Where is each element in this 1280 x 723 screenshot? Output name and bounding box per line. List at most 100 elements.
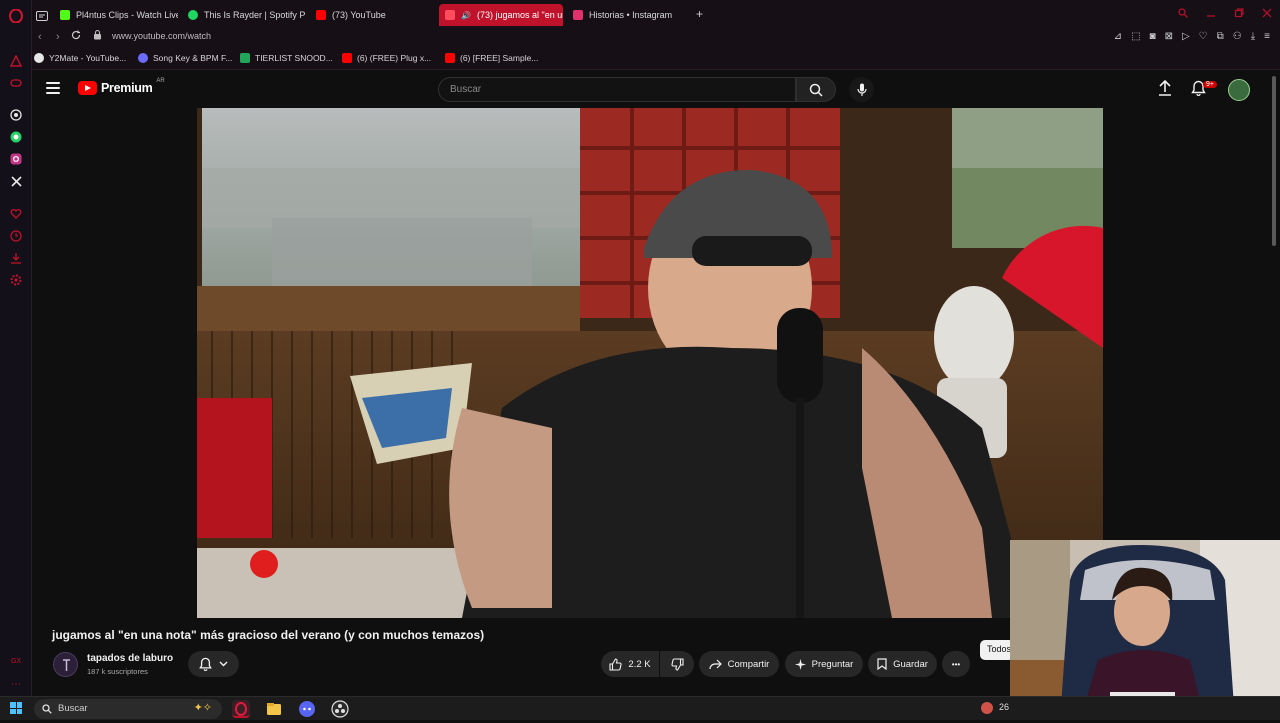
share-label: Compartir [727,658,770,670]
bell-icon [199,657,212,671]
country-code: AR [156,78,165,84]
like-button[interactable]: 2.2 K [601,651,659,677]
tab-youtube-home[interactable]: (73) YouTube [310,4,434,26]
file-explorer-icon[interactable] [265,700,283,718]
minimize-icon[interactable] [1206,8,1216,18]
gx-icon[interactable]: GX [8,653,24,669]
upload-button[interactable] [1158,79,1172,101]
window-controls [1178,8,1272,18]
easy-setup-icon[interactable]: ≡ [1264,31,1270,42]
channel-name[interactable]: tapados de laburo [87,653,173,664]
close-icon[interactable] [1262,8,1272,18]
more-dots-icon: ••• [951,659,961,669]
youtube-header: Premium AR Buscar 9+ [32,71,1280,108]
youtube-icon [445,53,455,63]
ask-button[interactable]: Preguntar [785,651,863,677]
dislike-button[interactable] [660,651,694,677]
chatgpt-icon[interactable] [8,107,24,123]
tab-label: (73) YouTube [332,10,386,20]
filter-chip-todos[interactable]: Todos [980,640,1014,660]
subscription-bell-button[interactable] [188,651,239,677]
history-icon[interactable] [8,228,24,244]
windows-start-icon[interactable] [10,702,22,714]
bookmark-plug[interactable]: (6) (FREE) Plug x... [342,53,431,63]
channel-avatar[interactable] [53,652,78,677]
profile-icon[interactable]: ⚇ [1233,31,1242,42]
address-bar: ‹ › www.youtube.com/watch ⊿ ⬚ ◙ ⊠ ▷ ♡ ⧉ … [32,28,1280,48]
camera-icon[interactable]: ◙ [1150,31,1156,42]
kick-icon [60,10,70,20]
share-button[interactable]: Compartir [699,651,779,677]
notification-badge: 9+ [1203,81,1217,88]
downloads-icon[interactable]: ⤓ [1251,31,1255,42]
bookmark-pin-icon[interactable]: ⊿ [1114,31,1122,42]
speaker-icon[interactable]: 🔊 [461,11,471,20]
lock-icon[interactable] [93,29,102,43]
search-input[interactable]: Buscar [438,77,796,102]
tab-spotify[interactable]: This Is Rayder | Spotify Pl [182,4,306,26]
bookmark-sample[interactable]: (6) [FREE] Sample... [445,53,538,63]
weather-icon[interactable] [980,701,994,720]
instagram-icon[interactable] [8,151,24,167]
forward-arrow-icon[interactable]: › [56,31,60,43]
opera-logo-icon[interactable] [8,8,24,24]
heart-outline-icon[interactable]: ♡ [1199,31,1208,42]
download-icon[interactable] [8,250,24,266]
bookmark-label: (6) [FREE] Sample... [460,53,539,63]
share-arrow-icon [709,659,722,669]
url-field[interactable]: www.youtube.com/watch [112,31,211,41]
thumbs-down-icon [670,657,684,671]
opera-sidebar: GX ⋯ [0,0,32,696]
like-count: 2.2 K [628,658,651,670]
opera-gx-taskbar-icon[interactable] [232,700,250,718]
hamburger-menu-icon[interactable] [46,82,60,94]
chevron-down-icon [219,661,228,667]
save-button[interactable]: Guardar [868,651,937,677]
reload-icon[interactable] [71,30,81,43]
instagram-icon [573,10,583,20]
discord-icon[interactable] [298,700,316,718]
new-tab-button[interactable]: + [696,7,703,21]
tab-kick[interactable]: Pl4ntus Clips - Watch Live [54,4,178,26]
tab-instagram[interactable]: Historias • Instagram [567,4,691,26]
obs-icon[interactable] [331,700,349,718]
user-avatar[interactable] [1228,79,1250,101]
back-arrow-icon[interactable]: ‹ [38,31,42,43]
tab-label: This Is Rayder | Spotify Pl [204,10,306,20]
logo-text: Premium [101,81,153,95]
vpn-icon[interactable]: ⊠ [1165,31,1173,42]
restore-icon[interactable] [1234,8,1244,18]
video-title: jugamos al "en una nota" más gracioso de… [52,628,485,642]
whatsapp-icon[interactable] [8,129,24,145]
search-button[interactable] [796,77,836,102]
bookmark-songkey[interactable]: Song Key & BPM F... [138,53,232,63]
youtube-icon [316,10,326,20]
sparkle-icon [794,658,806,670]
aria-icon[interactable] [8,53,24,69]
more-dots-icon[interactable]: ⋯ [8,676,24,692]
heart-icon[interactable] [8,206,24,222]
scrollbar-thumb[interactable] [1272,76,1276,246]
ask-label: Preguntar [811,658,854,670]
bookmark-tierlist[interactable]: TIERLIST SNOOD... [240,53,333,63]
youtube-premium-logo[interactable]: Premium AR [78,78,165,95]
extensions-icon[interactable]: ⧉ [1217,31,1224,42]
bookmark-y2mate[interactable]: Y2Mate - YouTube... [34,53,126,63]
tab-bar: Pl4ntus Clips - Watch Live This Is Rayde… [32,0,1280,28]
more-actions-button[interactable]: ••• [942,651,970,677]
play-icon[interactable]: ▷ [1182,31,1190,42]
screenshot-icon[interactable]: ⬚ [1131,31,1140,42]
tab-workspaces-icon[interactable] [36,8,48,26]
search-icon [42,704,52,714]
tab-label: (73) jugamos al "en un [476,10,563,20]
voice-search-button[interactable] [849,77,874,102]
taskbar-search-placeholder: Buscar [58,703,88,714]
thumbs-up-icon [609,657,622,671]
search-tabs-icon[interactable] [1178,8,1188,18]
settings-gear-icon[interactable] [8,272,24,288]
game-controller-icon[interactable] [8,75,24,91]
youtube-icon [342,53,352,63]
tab-youtube-video[interactable]: 🔊 (73) jugamos al "en un [439,4,563,26]
taskbar-search-input[interactable]: Buscar ✦✧ [34,699,222,719]
x-twitter-icon[interactable] [8,173,24,189]
